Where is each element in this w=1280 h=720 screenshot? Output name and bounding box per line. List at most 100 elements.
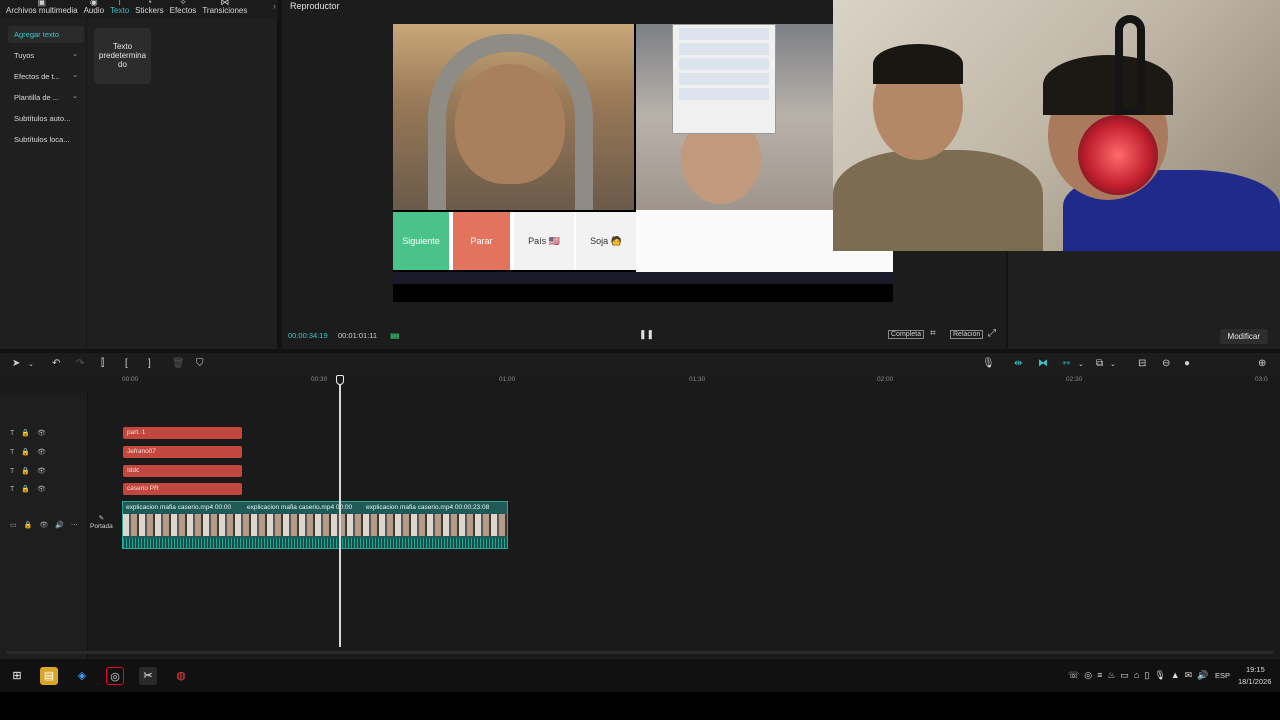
video-clip-label: explicacion mafia caserio.mp4 00:00:23:0… bbox=[366, 504, 490, 511]
ruler-tick: 02:30 bbox=[1066, 376, 1083, 383]
subtitle-icon[interactable]: ⊟ bbox=[1138, 358, 1146, 369]
audio-level-icon: ▮▮▮ bbox=[390, 333, 400, 340]
chevron-down-icon[interactable]: ⌄ bbox=[28, 360, 34, 368]
magnet-icon[interactable]: ⧓ bbox=[1038, 358, 1048, 369]
record-icon[interactable]: ◎ bbox=[106, 667, 124, 685]
video-clip-label: explicacion mafia caserio.mp4 00:00 bbox=[126, 504, 232, 511]
soy-button: Soja 🧑 bbox=[576, 212, 636, 270]
ratio-button[interactable]: Relación bbox=[950, 330, 984, 339]
menu-yours[interactable]: Tuyos ⌄ bbox=[8, 47, 84, 64]
text-track-controls[interactable]: T🔒👁 bbox=[10, 467, 53, 475]
language-indicator[interactable]: ESP bbox=[1215, 671, 1230, 680]
clock-time[interactable]: 19:15 bbox=[1246, 665, 1265, 674]
text-track-controls[interactable]: T🔒👁 bbox=[10, 429, 53, 437]
browser-icon[interactable]: ◈ bbox=[73, 667, 91, 685]
trim-left-icon[interactable]: [ bbox=[125, 358, 128, 369]
video-cam-left bbox=[393, 24, 634, 210]
full-quality-button[interactable]: Completa bbox=[888, 330, 924, 339]
dialog-row bbox=[679, 28, 769, 40]
crop-icon[interactable]: ⌗ bbox=[930, 328, 936, 339]
playhead[interactable] bbox=[339, 375, 341, 647]
audio-waveform bbox=[123, 538, 507, 548]
tab-stickers[interactable]: ◔ Stickers bbox=[135, 0, 163, 18]
undo-icon[interactable]: ↶ bbox=[52, 358, 60, 369]
chevron-down-icon: ⌄ bbox=[72, 93, 78, 100]
divider bbox=[86, 18, 87, 349]
text-clip[interactable]: caserio PR bbox=[123, 483, 242, 495]
horizontal-scrollbar[interactable] bbox=[6, 651, 1274, 654]
playhead-handle[interactable] bbox=[336, 375, 344, 385]
tab-audio[interactable]: ◉ Audio bbox=[84, 0, 104, 18]
video-taskbar bbox=[393, 272, 893, 284]
ruler-tick: 03:0 bbox=[1255, 376, 1268, 383]
person-hair bbox=[1043, 55, 1173, 115]
player-title: Reproductor bbox=[290, 1, 340, 11]
chevron-right-icon[interactable]: › bbox=[273, 1, 276, 11]
media-tabs: ▣ Archivos multimedia ◉ Audio T Texto ◔ Stic… bbox=[0, 0, 278, 18]
text-clip[interactable]: Iddc bbox=[123, 465, 242, 477]
pause-icon[interactable]: ❚❚ bbox=[639, 329, 654, 340]
dialog-row bbox=[679, 88, 769, 100]
current-time: 00:00:34:19 bbox=[288, 331, 328, 340]
country-button: País 🇺🇸 bbox=[514, 212, 574, 270]
redo-icon[interactable]: ↷ bbox=[76, 358, 84, 369]
file-explorer-icon[interactable]: ▤ bbox=[40, 667, 58, 685]
text-track-controls[interactable]: T🔒👁 bbox=[10, 485, 53, 493]
menu-auto-subtitles[interactable]: Subtítulos auto... bbox=[8, 110, 84, 127]
headphone-icon bbox=[1078, 115, 1158, 195]
chevron-down-icon[interactable]: ⌄ bbox=[1110, 360, 1116, 368]
dialog-row bbox=[679, 43, 769, 55]
tab-media[interactable]: ▣ Archivos multimedia bbox=[6, 0, 78, 18]
ruler-tick: 00:30 bbox=[311, 376, 328, 383]
tab-text[interactable]: T Texto bbox=[110, 0, 129, 18]
video-clip[interactable]: explicacion mafia caserio.mp4 00:00 expl… bbox=[122, 501, 508, 549]
trim-right-icon[interactable]: ] bbox=[148, 358, 151, 369]
capcut-icon[interactable]: ✂ bbox=[139, 667, 157, 685]
text-panel: Agregar texto Tuyos ⌄ Efectos de t... ⌄ Pl… bbox=[0, 18, 278, 349]
default-text-card[interactable]: Texto predetermina do bbox=[94, 28, 151, 84]
shield-icon[interactable]: ⛉ bbox=[196, 358, 204, 369]
preview-axis-icon[interactable]: ⧉ bbox=[1096, 358, 1103, 369]
ruler-tick: 02:00 bbox=[877, 376, 894, 383]
menu-text-effects[interactable]: Efectos de t... ⌄ bbox=[8, 68, 84, 85]
video-preview[interactable]: Siguiente Parar País 🇺🇸 Soja 🧑 bbox=[393, 24, 893, 302]
person-hair bbox=[873, 44, 963, 84]
text-clip[interactable]: Jefrano07 bbox=[123, 446, 242, 458]
zoom-out-icon[interactable]: ⊖ bbox=[1162, 358, 1170, 369]
fullscreen-icon[interactable]: ⤢ bbox=[988, 328, 996, 339]
edit-icon: ✎ bbox=[98, 515, 105, 522]
video-track-controls[interactable]: ▭🔒👁🔊⋯ bbox=[10, 521, 85, 529]
dialog-row bbox=[679, 73, 769, 85]
chrome-icon[interactable]: ◍ bbox=[172, 667, 190, 685]
menu-templates[interactable]: Plantilla de ... ⌄ bbox=[8, 89, 84, 106]
text-track-controls[interactable]: T🔒👁 bbox=[10, 448, 53, 456]
dialog-row bbox=[679, 58, 769, 70]
video-button-row: Siguiente Parar País 🇺🇸 Soja 🧑 bbox=[393, 212, 636, 270]
chevron-down-icon[interactable]: ⌄ bbox=[1078, 360, 1084, 368]
select-tool-icon[interactable]: ➤ bbox=[12, 358, 20, 369]
ruler-tick: 00:00 bbox=[122, 376, 139, 383]
windows-taskbar: ⊞ ▤ ◈ ◎ ✂ ◍ ☏◎≡♨▭⌂▯🎙▲✉🔊 ESP 19:15 18/1/2… bbox=[0, 658, 1280, 692]
split-icon[interactable]: ⫿ bbox=[101, 358, 104, 369]
zoom-fit-icon[interactable]: ⊕ bbox=[1258, 358, 1266, 369]
windows-start-icon[interactable]: ⊞ bbox=[8, 667, 26, 685]
menu-local-subtitles[interactable]: Subtítulos loca... bbox=[8, 131, 84, 148]
modify-button[interactable]: Modificar bbox=[1219, 329, 1268, 344]
menu-add-text[interactable]: Agregar texto bbox=[8, 26, 84, 43]
tab-effects[interactable]: ✧ Efectos bbox=[170, 0, 197, 18]
link-icon[interactable]: ⇹ bbox=[1014, 358, 1022, 369]
video-thumbnails bbox=[123, 514, 507, 536]
tab-transitions[interactable]: ⋈ Transiciones bbox=[202, 0, 247, 18]
timeline-toolbar: ➤ ⌄ ↶ ↷ ⫿ [ ] 🗑 ⛉ 🎙 ⇹ ⧓ ⇿ ⌄ ⧉ ⌄ ⊟ ⊖ ● ⊕ bbox=[0, 353, 1280, 375]
clock-date[interactable]: 18/1/2026 bbox=[1238, 677, 1271, 686]
delete-icon[interactable]: 🗑 bbox=[172, 358, 185, 369]
snap-icon[interactable]: ⇿ bbox=[1062, 358, 1070, 369]
system-tray[interactable]: ☏◎≡♨▭⌂▯🎙▲✉🔊 bbox=[1068, 670, 1213, 681]
microphone-icon[interactable]: 🎙 bbox=[982, 358, 995, 369]
text-clip[interactable]: part. 1 bbox=[123, 427, 242, 439]
cover-button[interactable]: ✎ Portada bbox=[90, 515, 113, 531]
zoom-slider-icon[interactable]: ● bbox=[1184, 358, 1190, 369]
timeline[interactable]: 00:00 00:30 01:00 01:30 02:00 02:30 03:0… bbox=[0, 375, 1280, 658]
dialog-window bbox=[672, 24, 776, 134]
stop-button: Parar bbox=[453, 212, 510, 270]
